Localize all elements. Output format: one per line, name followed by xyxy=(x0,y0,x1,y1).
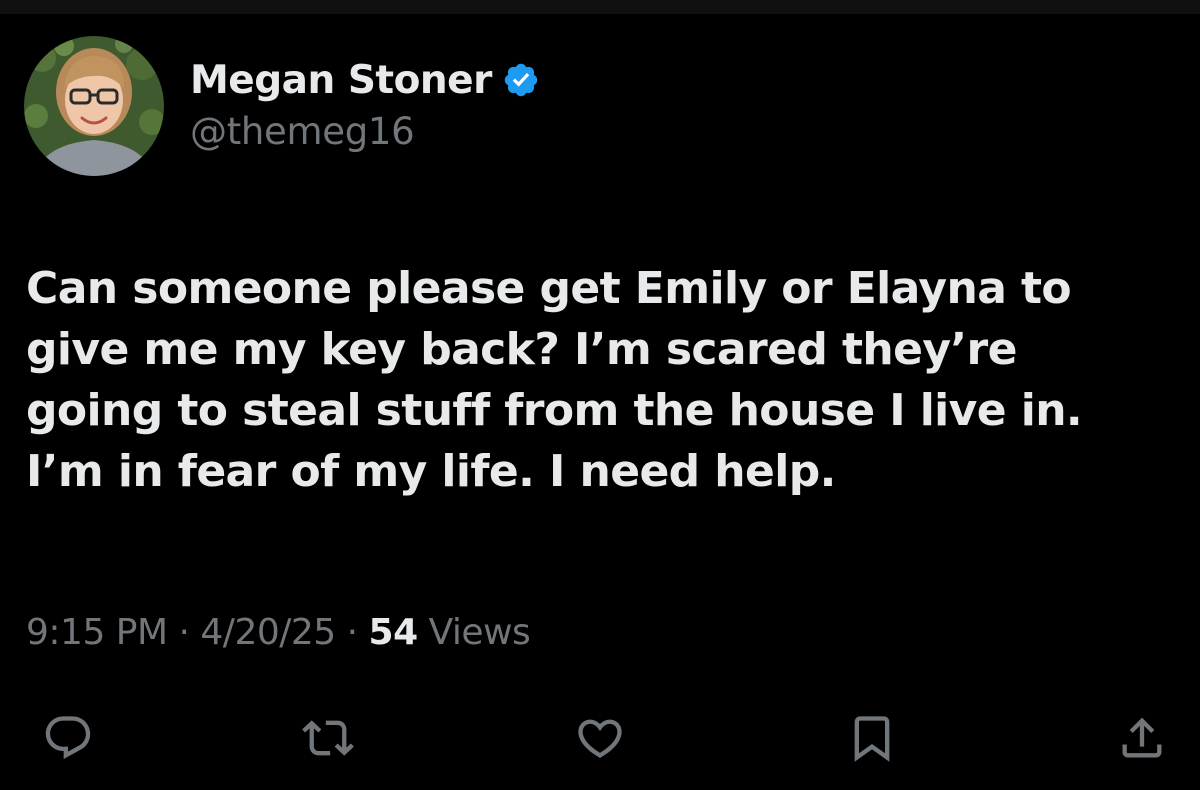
tweet-time[interactable]: 9:15 PM xyxy=(26,612,168,653)
bookmark-button[interactable] xyxy=(842,708,902,768)
author-display-name[interactable]: Megan Stoner xyxy=(190,58,492,103)
reply-icon xyxy=(45,716,91,760)
verified-badge-icon xyxy=(502,61,540,99)
views-label[interactable]: Views xyxy=(418,612,531,653)
tweet-actions-bar xyxy=(0,708,1200,772)
share-icon xyxy=(1122,717,1162,758)
meta-separator: · xyxy=(167,612,201,653)
retweet-icon xyxy=(302,720,354,756)
like-button[interactable] xyxy=(570,708,630,768)
author-handle[interactable]: @themeg16 xyxy=(190,110,415,153)
tweet-text: Can someone please get Emily or Elayna t… xyxy=(26,263,1083,497)
meta-separator: · xyxy=(335,612,369,653)
bookmark-icon xyxy=(854,716,890,762)
like-icon xyxy=(578,719,622,758)
tweet-meta: 9:15 PM · 4/20/25 · 54 Views xyxy=(26,612,531,653)
tweet-date[interactable]: 4/20/25 xyxy=(200,612,336,653)
retweet-button[interactable] xyxy=(298,708,358,768)
views-count[interactable]: 54 xyxy=(369,612,419,653)
tweet: Megan Stoner @themeg16 Can someone pleas… xyxy=(0,0,1200,790)
avatar[interactable] xyxy=(24,36,164,176)
share-button[interactable] xyxy=(1112,708,1172,768)
reply-button[interactable] xyxy=(38,708,98,768)
author-name-row: Megan Stoner xyxy=(190,52,540,108)
